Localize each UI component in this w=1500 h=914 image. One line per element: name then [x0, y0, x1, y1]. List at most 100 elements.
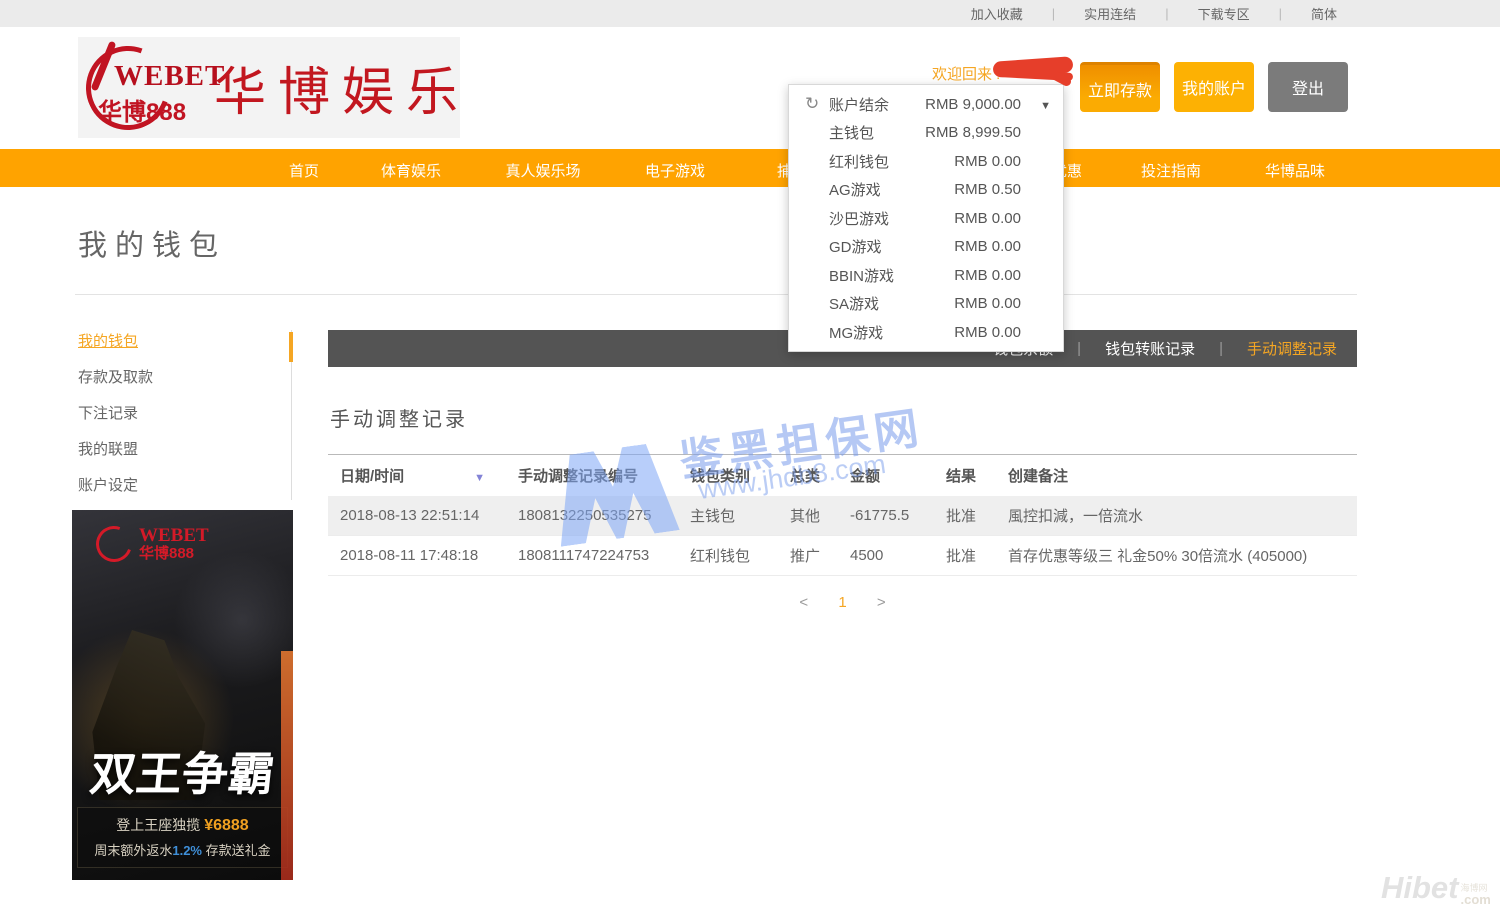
balance-label: 账户结余 [829, 94, 889, 115]
pagination-prev[interactable]: < [799, 594, 808, 611]
cell-wallet-type: 红利钱包 [678, 536, 778, 576]
nav-item-home[interactable]: 首页 [289, 160, 319, 181]
balance-label: GD游戏 [829, 236, 882, 257]
balance-dropdown: ↻ 账户结余 RMB 9,000.00 ▼ 主钱包 RMB 8,999.50 红… [788, 84, 1064, 352]
refresh-icon[interactable]: ↻ [805, 94, 829, 114]
pagination-page-1[interactable]: 1 [838, 594, 846, 611]
balance-label: SA游戏 [829, 293, 879, 314]
cell-amount: 4500 [838, 536, 934, 576]
promo-banner[interactable]: WEBET 华博888 双王争霸 登上王座独揽 ¥6888 周末额外返水1.2%… [72, 510, 293, 880]
chevron-down-icon[interactable]: ▼ [1040, 100, 1051, 112]
balance-label: AG游戏 [829, 179, 881, 200]
topbar-link-useful-links[interactable]: 实用连结 [1084, 4, 1136, 23]
banner-line2-percent: 1.2% [172, 843, 202, 858]
balance-label: 红利钱包 [829, 151, 889, 172]
welcome-text: 欢迎回来 ! [932, 63, 1000, 84]
table-header-row: 日期/时间▼ 手动调整记录编号 钱包类别 总类 金额 结果 创建备注 [328, 455, 1357, 497]
cell-record-id: 1808132250535275 [506, 496, 678, 536]
balance-value: RMB 9,000.00 [925, 96, 1021, 113]
deposit-button[interactable]: 立即存款 [1080, 62, 1160, 112]
main-nav: 首页 体育娱乐 真人娱乐场 电子游戏 捕鱼游戏 最新优惠 投注指南 华博品味 [0, 149, 1500, 187]
banner-edge-strip [281, 651, 293, 880]
sidebar: 我的钱包 存款及取款 下注记录 我的联盟 账户设定 [75, 330, 292, 500]
corner-watermark: Hibet 海博网 .com [1381, 870, 1491, 906]
cell-category: 推广 [778, 536, 838, 576]
cell-remark: 首存优惠等级三 礼金50% 30倍流水 (405000) [996, 536, 1357, 576]
cell-result: 批准 [934, 536, 996, 576]
nav-item-sports[interactable]: 体育娱乐 [381, 160, 441, 181]
column-header-category: 总类 [778, 455, 838, 497]
my-account-button[interactable]: 我的账户 [1174, 62, 1254, 112]
balance-value: RMB 8,999.50 [925, 124, 1021, 141]
corner-watermark-cn: 海博网 [1461, 884, 1491, 893]
balance-row-bonus-wallet: 红利钱包 RMB 0.00 [789, 147, 1063, 176]
column-header-remark: 创建备注 [996, 455, 1357, 497]
banner-logo-brand: WEBET [139, 526, 209, 546]
topbar-link-favorites[interactable]: 加入收藏 [971, 4, 1023, 23]
column-header-datetime[interactable]: 日期/时间▼ [328, 455, 506, 497]
title-divider [75, 294, 1357, 295]
main-content: 钱包余额 | 钱包转账记录 | 手动调整记录 手动调整记录 日期/时间▼ 手动调… [328, 330, 1357, 611]
column-header-result: 结果 [934, 455, 996, 497]
balance-row-gd: GD游戏 RMB 0.00 [789, 233, 1063, 262]
logo-brand-name: 华博娱乐 [214, 50, 470, 125]
sidebar-item-my-wallet[interactable]: 我的钱包 [78, 330, 291, 351]
column-header-amount: 金额 [838, 455, 934, 497]
corner-watermark-brand: Hibet [1381, 870, 1459, 906]
balance-row-total: ↻ 账户结余 RMB 9,000.00 ▼ [789, 90, 1063, 119]
balance-row-ag: AG游戏 RMB 0.50 [789, 176, 1063, 205]
banner-promo-text: 登上王座独揽 ¥6888 周末额外返水1.2% 存款送礼金 [77, 807, 288, 868]
balance-row-main-wallet: 主钱包 RMB 8,999.50 [789, 119, 1063, 148]
banner-line1: 登上王座独揽 [116, 817, 200, 833]
pagination-next[interactable]: > [877, 594, 886, 611]
topbar: 加入收藏 | 实用连结 | 下载专区 | 简体 [0, 0, 1500, 27]
banner-logo-ring-icon [90, 520, 138, 568]
banner-logo-sub: 华博888 [139, 546, 209, 562]
nav-item-slots[interactable]: 电子游戏 [645, 160, 705, 181]
table-row: 2018-08-13 22:51:14 1808132250535275 主钱包… [328, 496, 1357, 536]
logo-ring-icon: WEBET 华博888 [84, 44, 188, 132]
sidebar-item-account-settings[interactable]: 账户设定 [78, 474, 291, 495]
logout-button[interactable]: 登出 [1268, 62, 1348, 112]
sidebar-active-indicator [289, 332, 293, 362]
banner-title: 双王争霸 [72, 738, 293, 804]
balance-label: BBIN游戏 [829, 265, 894, 286]
page: 加入收藏 | 实用连结 | 下载专区 | 简体 WEBET 华博888 华博娱乐… [0, 0, 1500, 914]
logo-brand: WEBET [114, 60, 225, 93]
nav-item-live-casino[interactable]: 真人娱乐场 [505, 160, 580, 181]
corner-watermark-com: .com [1461, 893, 1491, 906]
balance-value: RMB 0.00 [954, 153, 1021, 170]
records-table: 日期/时间▼ 手动调整记录编号 钱包类别 总类 金额 结果 创建备注 2018-… [328, 454, 1357, 576]
pagination: < 1 > [328, 594, 1357, 611]
balance-value: RMB 0.00 [954, 324, 1021, 341]
balance-label: MG游戏 [829, 322, 883, 343]
tab-wallet-transfer-records[interactable]: 钱包转账记录 [1105, 338, 1195, 359]
balance-value: RMB 0.00 [954, 210, 1021, 227]
cell-category: 其他 [778, 496, 838, 536]
cell-result: 批准 [934, 496, 996, 536]
page-title: 我的钱包 [78, 222, 226, 264]
sidebar-item-deposit-withdraw[interactable]: 存款及取款 [78, 366, 291, 387]
banner-logo: WEBET 华博888 [96, 526, 209, 562]
section-title: 手动调整记录 [330, 403, 1357, 432]
balance-row-mg: MG游戏 RMB 0.00 [789, 318, 1063, 347]
balance-value: RMB 0.00 [954, 238, 1021, 255]
balance-value: RMB 0.00 [954, 295, 1021, 312]
cell-amount: -61775.5 [838, 496, 934, 536]
site-logo[interactable]: WEBET 华博888 华博娱乐 [78, 37, 460, 138]
sidebar-item-bet-records[interactable]: 下注记录 [78, 402, 291, 423]
nav-item-huabo-style[interactable]: 华博品味 [1265, 160, 1325, 181]
sort-desc-icon[interactable]: ▼ [474, 472, 485, 484]
balance-row-bbin: BBIN游戏 RMB 0.00 [789, 261, 1063, 290]
sidebar-item-my-affiliate[interactable]: 我的联盟 [78, 438, 291, 459]
column-header-record-id: 手动调整记录编号 [506, 455, 678, 497]
banner-line2: 周末额外返水 [94, 843, 172, 858]
topbar-separator: | [1165, 6, 1168, 21]
balance-label: 沙巴游戏 [829, 208, 889, 229]
nav-item-betting-guide[interactable]: 投注指南 [1141, 160, 1201, 181]
topbar-separator: | [1279, 6, 1282, 21]
tab-manual-adjustment-records[interactable]: 手动调整记录 [1247, 338, 1337, 359]
balance-label: 主钱包 [829, 122, 874, 143]
topbar-link-simplified-chinese[interactable]: 简体 [1311, 4, 1337, 23]
topbar-link-downloads[interactable]: 下载专区 [1198, 4, 1250, 23]
